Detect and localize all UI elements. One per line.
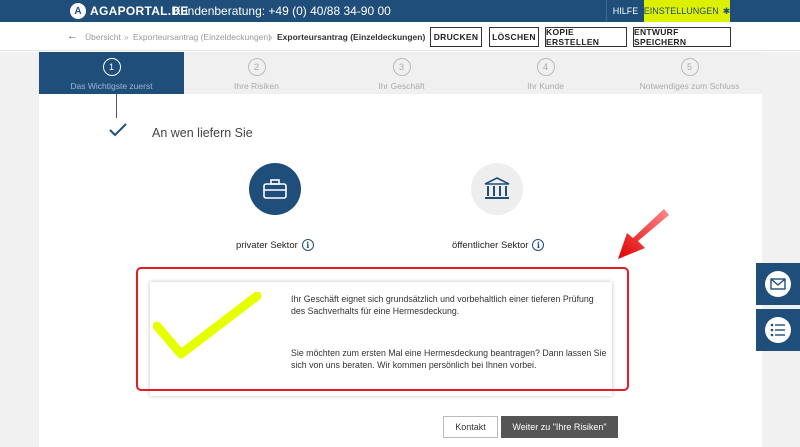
breadcrumb-separator: » [124, 32, 129, 42]
list-icon [765, 317, 791, 343]
sub-toolbar: ← Übersicht » Exporteursantrag (Einzelde… [0, 22, 800, 51]
gear-icon: ✱ [722, 5, 731, 16]
hotline-text: Kundenberatung: +49 (0) 40/88 34-90 00 [173, 4, 391, 18]
save-draft-button[interactable]: ENTWURF SPEICHERN [633, 27, 731, 47]
private-sector-text: privater Sektor [236, 239, 298, 251]
step-1[interactable]: 1 Das Wichtigste zuerst [39, 52, 184, 94]
info-icon[interactable]: i [301, 239, 314, 251]
breadcrumb-overview[interactable]: Übersicht [85, 32, 121, 42]
private-sector-option[interactable] [249, 163, 301, 215]
check-icon [109, 123, 127, 137]
next-step-button[interactable]: Weiter zu "Ihre Risiken" [501, 416, 618, 438]
print-button[interactable]: DRUCKEN [430, 27, 482, 47]
step-connector-line [116, 94, 117, 118]
step-2[interactable]: 2 Ihre Risiken [184, 52, 329, 94]
government-building-icon [484, 177, 510, 199]
step-label: Ihr Kunde [527, 81, 564, 91]
logo-icon: A [70, 3, 86, 19]
private-sector-label: privater Sektor i [236, 239, 314, 251]
large-checkmark-icon [153, 292, 262, 359]
public-sector-text: öffentlicher Sektor [452, 239, 529, 251]
top-header: A AGAPORTAL.DE Kundenberatung: +49 (0) 4… [0, 0, 800, 22]
delete-button[interactable]: LÖSCHEN [489, 27, 539, 47]
step-5[interactable]: 5 Notwendiges zum Schluss [617, 52, 762, 94]
breadcrumb-application[interactable]: Exporteursantrag (Einzeldeckungen) [133, 32, 271, 42]
mail-icon [765, 271, 791, 297]
help-link[interactable]: HILFE [606, 0, 644, 22]
step-number: 3 [392, 58, 411, 76]
step-number: 5 [680, 58, 699, 76]
step-number: 4 [536, 58, 555, 76]
result-line-2: des Sachverhalts für eine Hermesdeckung. [291, 306, 460, 316]
breadcrumb-separator: » [268, 32, 273, 42]
mail-tab[interactable] [756, 263, 800, 305]
step-number: 1 [102, 58, 121, 76]
progress-stepper: 1 Das Wichtigste zuerst 2 Ihre Risiken 3… [39, 52, 762, 94]
step-label: Das Wichtigste zuerst [70, 81, 153, 91]
public-sector-option[interactable] [471, 163, 523, 215]
info-icon[interactable]: i [532, 239, 545, 251]
section-title: An wen liefern Sie [152, 126, 253, 140]
step-label: Ihr Geschäft [378, 81, 425, 91]
step-label: Ihre Risiken [234, 81, 279, 91]
public-sector-label: öffentlicher Sektor i [452, 239, 545, 251]
step-4[interactable]: 4 Ihr Kunde [473, 52, 618, 94]
step-number: 2 [247, 58, 266, 76]
step-3[interactable]: 3 Ihr Geschäft [329, 52, 474, 94]
back-arrow-icon[interactable]: ← [67, 30, 78, 42]
settings-button[interactable]: EINSTELLUNGEN ✱ [644, 0, 730, 22]
briefcase-icon [263, 179, 287, 199]
breadcrumb-current: Exporteursantrag (Einzeldeckungen) [277, 32, 426, 42]
logo[interactable]: A AGAPORTAL.DE [70, 3, 189, 19]
list-tab[interactable] [756, 309, 800, 351]
contact-button[interactable]: Kontakt [443, 416, 498, 438]
red-arrow-icon [618, 209, 669, 259]
result-line-4: sich von uns beraten. Wir kommen persönl… [291, 360, 537, 370]
step-label: Notwendiges zum Schluss [639, 81, 740, 91]
settings-label: EINSTELLUNGEN [643, 6, 719, 16]
copy-button[interactable]: KOPIE ERSTELLEN [545, 27, 627, 47]
